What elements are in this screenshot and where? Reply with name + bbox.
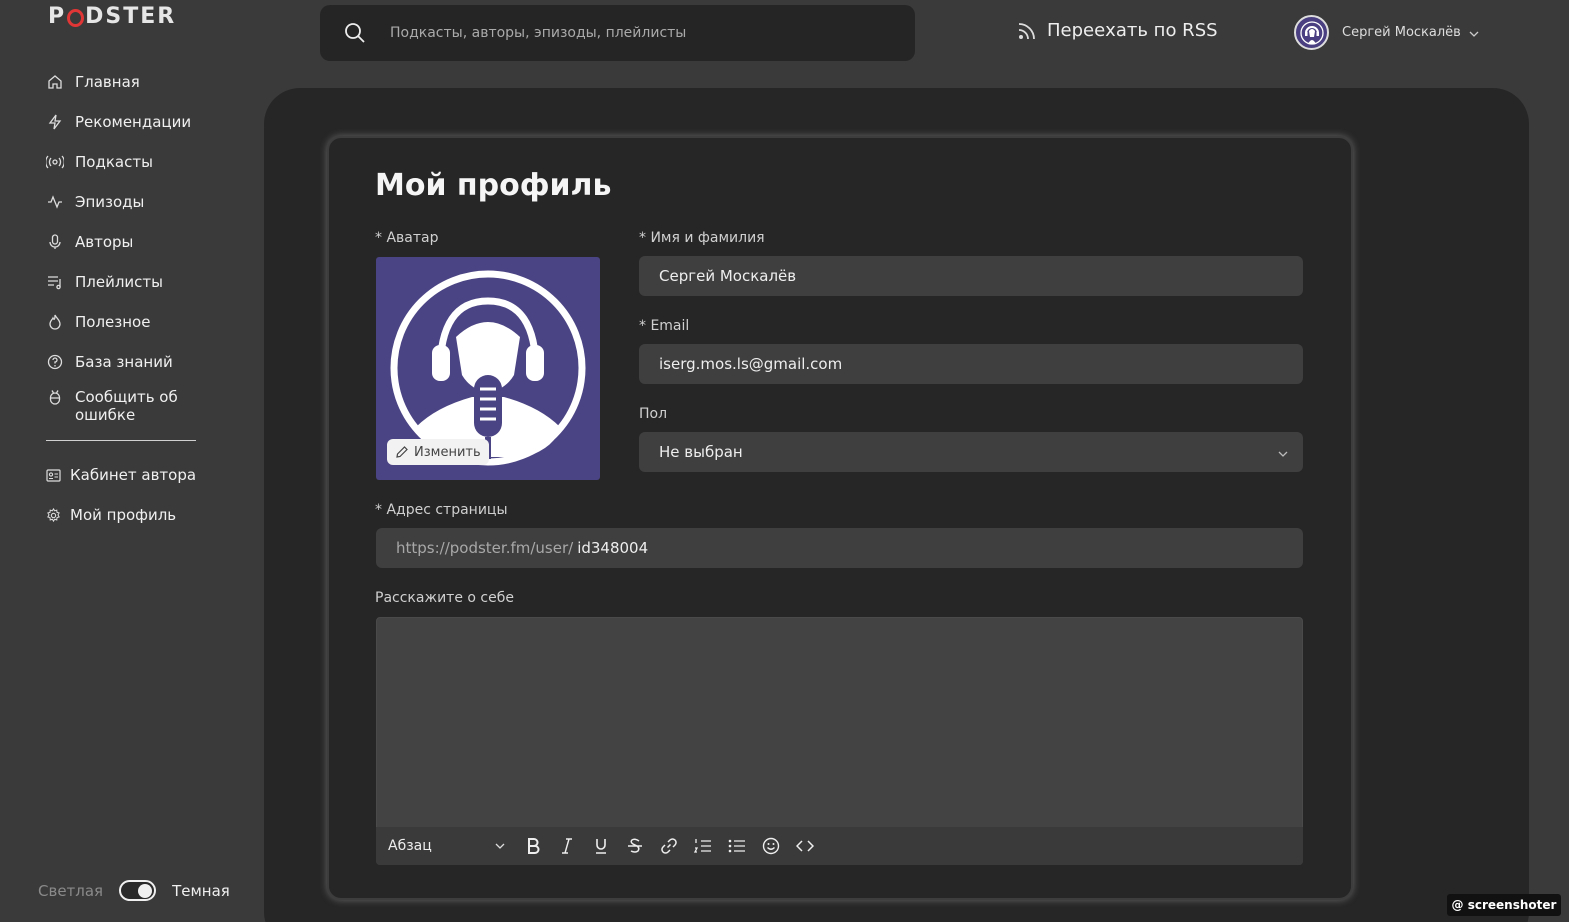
ordered-list-icon[interactable] <box>686 831 720 861</box>
search-bar <box>320 5 915 61</box>
pulse-icon <box>46 193 64 211</box>
help-icon <box>46 353 64 371</box>
address-value: id348004 <box>577 539 649 557</box>
sidebar-item-label: Эпизоды <box>75 193 145 211</box>
page-title: Мой профиль <box>375 168 612 203</box>
bold-icon[interactable] <box>516 831 550 861</box>
theme-light-label: Светлая <box>38 881 104 900</box>
bullet-list-icon[interactable] <box>720 831 754 861</box>
name-field[interactable]: Сергей Москалёв <box>639 256 1303 296</box>
microphone-icon <box>46 233 64 251</box>
sidebar-item-report-bug[interactable]: Сообщить об ошибке <box>46 382 206 430</box>
logo-text-start: P <box>48 4 67 29</box>
sidebar-item-knowledge-base[interactable]: База знаний <box>46 342 206 382</box>
screenshoter-watermark: @ screenshoter <box>1447 894 1561 916</box>
playlist-icon <box>46 273 64 291</box>
sidebar-item-author-cabinet[interactable]: Кабинет автора <box>46 455 206 495</box>
italic-icon[interactable] <box>550 831 584 861</box>
sidebar-item-label: База знаний <box>75 353 173 371</box>
address-prefix: https://podster.fm/user/ <box>396 539 574 557</box>
email-label: * Email <box>639 318 690 334</box>
sidebar-item-authors[interactable]: Авторы <box>46 222 206 262</box>
watermark-text: @ screenshoter <box>1451 898 1557 912</box>
id-card-icon <box>46 466 61 484</box>
sidebar: Главная Рекомендации Подкасты Эпизоды Ав… <box>46 62 206 535</box>
sidebar-item-label: Главная <box>75 73 140 91</box>
sidebar-item-recommendations[interactable]: Рекомендации <box>46 102 206 142</box>
change-avatar-label: Изменить <box>414 444 481 460</box>
logo-headphones-icon <box>67 8 85 27</box>
sidebar-item-label: Плейлисты <box>75 273 164 291</box>
avatar-label: * Аватар <box>375 230 439 246</box>
rss-migrate-link[interactable]: Переехать по RSS <box>1017 20 1218 41</box>
logo-text-end: DSTER <box>85 4 177 29</box>
toggle-knob <box>138 883 153 898</box>
address-label: * Адрес страницы <box>375 502 508 518</box>
bug-icon <box>46 388 64 406</box>
sidebar-item-my-profile[interactable]: Мой профиль <box>46 495 206 535</box>
rss-icon <box>1017 21 1037 41</box>
gear-icon <box>46 506 61 524</box>
link-icon[interactable] <box>652 831 686 861</box>
search-icon[interactable] <box>344 22 366 44</box>
search-input[interactable] <box>390 25 870 41</box>
sidebar-item-label: Рекомендации <box>75 113 192 131</box>
paragraph-select[interactable]: Абзац <box>388 838 516 854</box>
home-icon <box>46 73 64 91</box>
sidebar-item-label: Кабинет автора <box>70 466 197 484</box>
sidebar-item-useful[interactable]: Полезное <box>46 302 206 342</box>
sidebar-item-home[interactable]: Главная <box>46 62 206 102</box>
name-value: Сергей Москалёв <box>659 267 797 285</box>
gender-value: Не выбран <box>659 443 743 461</box>
gender-select[interactable]: Не выбран <box>639 432 1303 472</box>
broadcast-icon <box>46 153 64 171</box>
chevron-down-icon <box>495 843 505 849</box>
email-value: iserg.mos.ls@gmail.com <box>659 355 843 373</box>
lightning-icon <box>46 113 64 131</box>
paragraph-label: Абзац <box>388 838 432 854</box>
address-field[interactable]: https://podster.fm/user/ id348004 <box>376 528 1303 568</box>
user-name: Сергей Москалёв <box>1342 25 1461 40</box>
podster-logo[interactable]: P DSTER <box>48 4 176 29</box>
emoji-icon[interactable] <box>754 831 788 861</box>
rss-label: Переехать по RSS <box>1047 20 1218 41</box>
theme-switcher: Светлая Темная <box>38 880 230 901</box>
avatar <box>1294 15 1329 50</box>
about-label: Расскажите о себе <box>375 590 514 606</box>
flame-icon <box>46 313 64 331</box>
theme-toggle[interactable] <box>119 880 157 901</box>
name-label: * Имя и фамилия <box>639 230 765 246</box>
user-menu[interactable]: Сергей Москалёв <box>1294 15 1479 50</box>
sidebar-item-label: Сообщить об ошибке <box>75 388 178 424</box>
strikethrough-icon[interactable] <box>618 831 652 861</box>
sidebar-item-podcasts[interactable]: Подкасты <box>46 142 206 182</box>
editor-toolbar: Абзац <box>376 827 1303 865</box>
gender-label: Пол <box>639 406 668 422</box>
underline-icon[interactable] <box>584 831 618 861</box>
pencil-icon <box>395 445 409 459</box>
sidebar-item-label: Мой профиль <box>70 506 177 524</box>
sidebar-divider <box>46 440 196 441</box>
email-field[interactable]: iserg.mos.ls@gmail.com <box>639 344 1303 384</box>
chevron-down-icon <box>1469 28 1479 38</box>
sidebar-item-label: Авторы <box>75 233 134 251</box>
code-icon[interactable] <box>788 831 822 861</box>
chevron-down-icon <box>1277 446 1289 458</box>
sidebar-item-episodes[interactable]: Эпизоды <box>46 182 206 222</box>
theme-dark-label: Темная <box>172 881 230 900</box>
sidebar-item-playlists[interactable]: Плейлисты <box>46 262 206 302</box>
sidebar-item-label: Подкасты <box>75 153 153 171</box>
sidebar-item-label: Полезное <box>75 313 151 331</box>
change-avatar-button[interactable]: Изменить <box>387 439 489 465</box>
